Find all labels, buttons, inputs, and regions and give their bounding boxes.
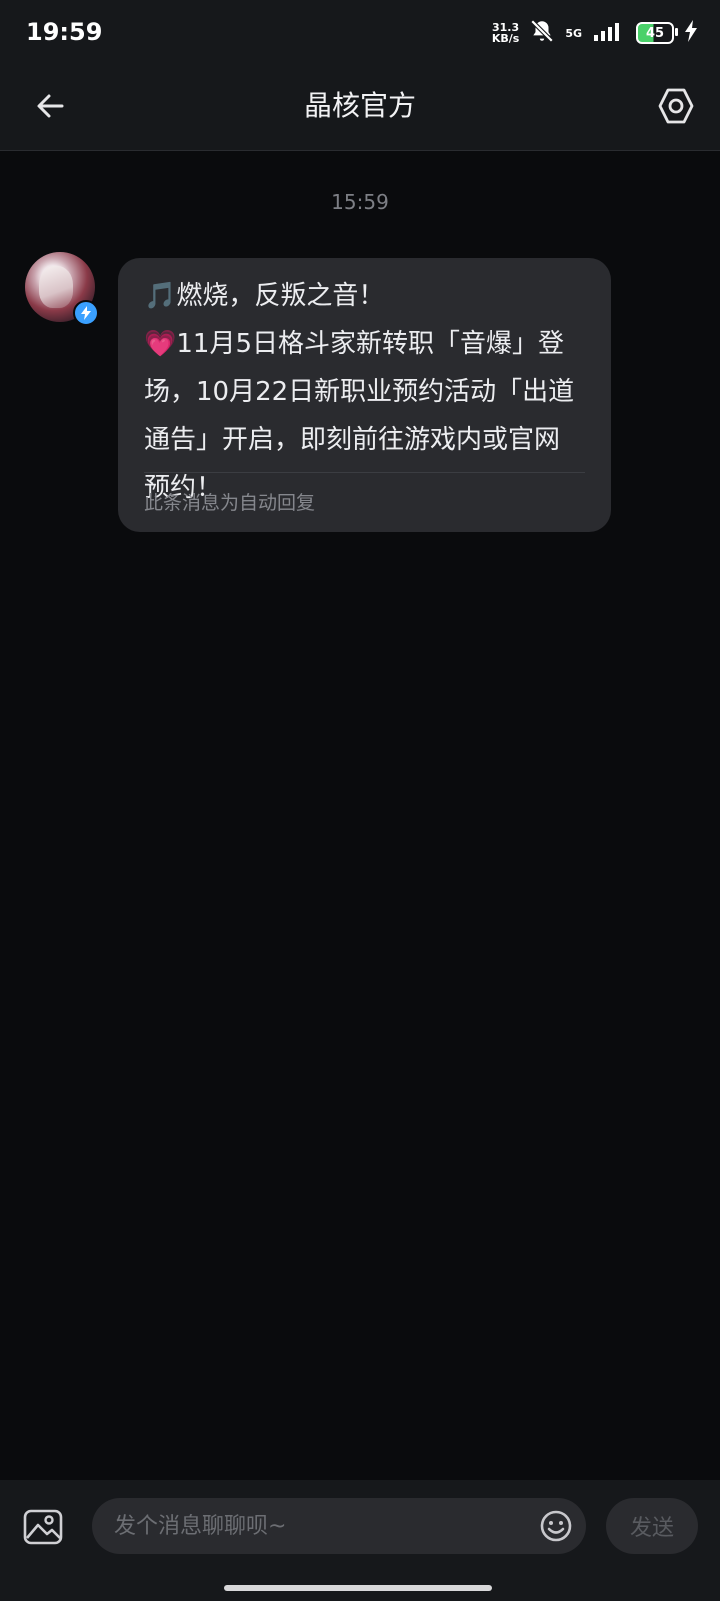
status-bar: 19:59 31.3 KB/s 5G 45 [0, 0, 720, 64]
chat-timestamp: 15:59 [331, 190, 389, 214]
battery-level: 45 [645, 25, 665, 41]
mute-icon [529, 18, 555, 48]
status-time: 19:59 [26, 18, 103, 46]
message-bubble[interactable]: 🎵燃烧，反叛之音！ 💗11月5日格斗家新转职「音爆」登场，10月22日新职业预约… [118, 258, 611, 532]
send-button[interactable]: 发送 [606, 1498, 698, 1554]
settings-button[interactable] [650, 80, 702, 132]
composer-bar: 发送 [0, 1480, 720, 1601]
network-type: 5G [565, 26, 582, 40]
status-icons: 31.3 KB/s 5G 45 [492, 18, 698, 48]
net-speed: 31.3 KB/s [492, 22, 519, 44]
message-input[interactable] [92, 1498, 586, 1554]
verified-icon [73, 300, 99, 326]
emoji-button[interactable] [538, 1508, 574, 1544]
top-nav-bar: 晶核官方 [0, 64, 720, 151]
sender-avatar[interactable] [25, 252, 99, 326]
battery-indicator: 45 [636, 22, 678, 44]
image-button[interactable] [20, 1504, 66, 1550]
message-text: 🎵燃烧，反叛之音！ 💗11月5日格斗家新转职「音爆」登场，10月22日新职业预约… [144, 281, 575, 503]
charging-icon [684, 20, 698, 46]
auto-reply-note: 此条消息为自动回复 [144, 492, 316, 514]
home-indicator[interactable] [224, 1585, 492, 1591]
image-icon [23, 1509, 63, 1545]
avatar-image [39, 266, 73, 308]
settings-hex-icon [658, 88, 694, 124]
bubble-divider [144, 472, 585, 473]
emoji-icon [540, 1510, 572, 1542]
signal-icon [592, 21, 626, 45]
page-title: 晶核官方 [303, 89, 416, 122]
net-speed-unit: KB/s [491, 32, 520, 45]
